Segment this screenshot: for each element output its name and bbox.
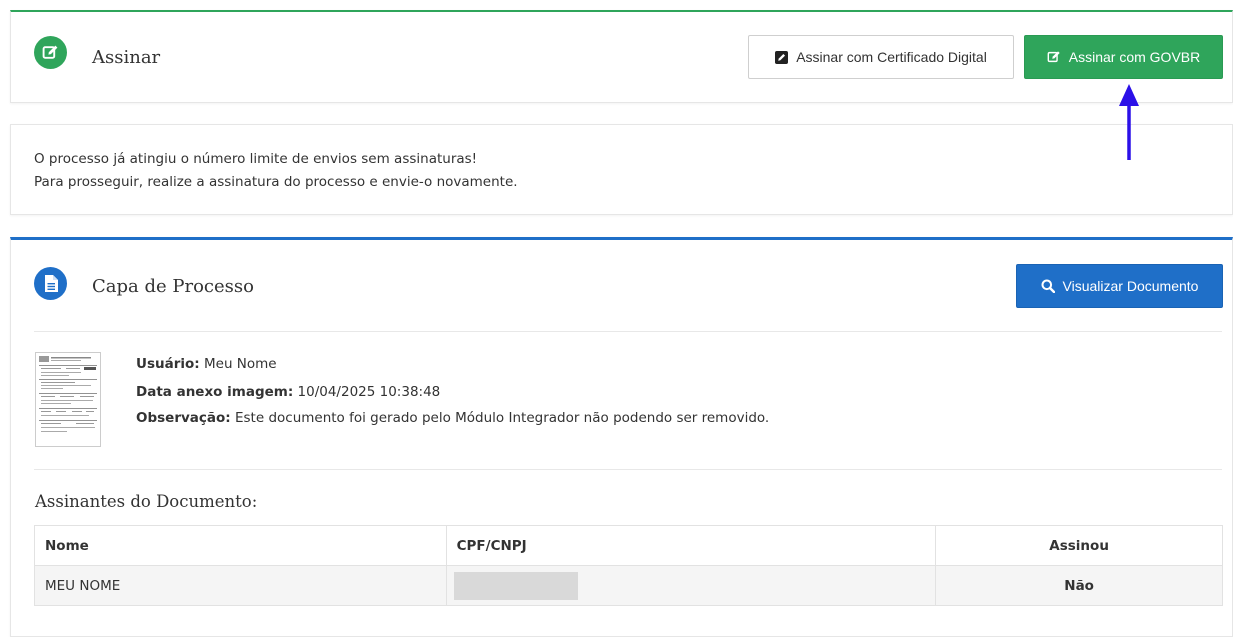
limit-message-panel: O processo já atingiu o número limite de… — [10, 124, 1233, 215]
sign-icon-circle — [34, 36, 67, 69]
meta-user: Usuário: Meu Nome — [136, 356, 277, 372]
document-thumbnail-image — [39, 356, 97, 432]
signers-table: Nome CPF/CNPJ Assinou MEU NOME Não — [34, 525, 1223, 606]
sign-panel: Assinar Assinar com Certificado Digital … — [10, 10, 1233, 103]
meta-date-label: Data anexo imagem: — [136, 384, 294, 400]
document-panel-title: Capa de Processo — [92, 276, 254, 297]
meta-date-value: 10/04/2025 10:38:48 — [297, 384, 441, 400]
limit-message-line2: Para prosseguir, realize a assinatura do… — [34, 174, 518, 190]
annotation-arrow-icon — [1119, 84, 1139, 160]
signers-title: Assinantes do Documento: — [35, 492, 258, 511]
limit-message-line1: O processo já atingiu o número limite de… — [34, 151, 478, 167]
document-panel: Capa de Processo Visualizar Documento Us… — [10, 237, 1233, 637]
table-header-row: Nome CPF/CNPJ Assinou — [34, 525, 1223, 566]
meta-obs-label: Observação: — [136, 410, 231, 426]
edit-icon — [42, 45, 58, 59]
sign-certificate-button[interactable]: Assinar com Certificado Digital — [748, 35, 1014, 79]
meta-date: Data anexo imagem: 10/04/2025 10:38:48 — [136, 384, 440, 400]
divider — [34, 331, 1222, 332]
edit-icon — [1047, 51, 1060, 63]
meta-obs-value: Este documento foi gerado pelo Módulo In… — [234, 410, 770, 426]
column-header-signed: Assinou — [935, 525, 1223, 566]
signer-name: MEU NOME — [34, 565, 447, 606]
document-icon-circle — [34, 267, 67, 300]
meta-user-value: Meu Nome — [203, 356, 277, 372]
sign-panel-title: Assinar — [92, 47, 161, 68]
view-document-label: Visualizar Documento — [1062, 278, 1199, 294]
document-thumbnail[interactable] — [35, 352, 101, 447]
column-header-name: Nome — [34, 525, 447, 566]
signer-cpf — [445, 565, 937, 606]
sign-certificate-label: Assinar com Certificado Digital — [796, 49, 987, 65]
redacted-cpf — [453, 571, 578, 600]
pen-square-icon — [775, 50, 789, 64]
view-document-button[interactable]: Visualizar Documento — [1016, 264, 1223, 308]
sign-govbr-button[interactable]: Assinar com GOVBR — [1024, 35, 1223, 79]
meta-user-label: Usuário: — [136, 356, 200, 372]
sign-govbr-label: Assinar com GOVBR — [1068, 49, 1201, 65]
search-icon — [1041, 279, 1055, 293]
column-header-cpf: CPF/CNPJ — [445, 525, 937, 566]
document-icon — [44, 275, 58, 292]
table-row: MEU NOME Não — [34, 565, 1223, 606]
divider — [34, 469, 1222, 470]
meta-observation: Observação: Este documento foi gerado pe… — [136, 410, 769, 426]
signer-signed-status: Não — [935, 565, 1223, 606]
